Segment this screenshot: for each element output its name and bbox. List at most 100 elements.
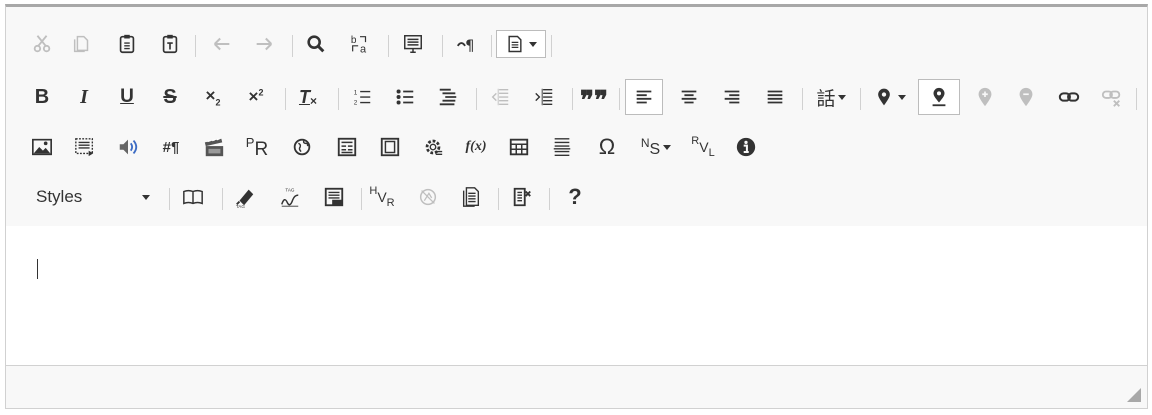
globe-icon[interactable] — [288, 133, 316, 161]
underline-button[interactable]: U — [113, 83, 141, 111]
styles-label: Styles — [36, 187, 83, 206]
video-icon[interactable] — [200, 133, 228, 161]
link-icon[interactable] — [1055, 83, 1083, 111]
image-icon[interactable] — [28, 133, 56, 161]
templates-dropdown[interactable] — [496, 30, 546, 58]
separator — [361, 188, 362, 210]
styles-dropdown[interactable]: Styles — [26, 183, 156, 211]
paste-text-icon[interactable] — [156, 30, 184, 58]
justify-button[interactable] — [761, 83, 789, 111]
chevron-down-icon — [529, 41, 537, 47]
ns-dropdown[interactable]: NS — [634, 133, 678, 161]
svg-text:¶: ¶ — [465, 37, 474, 54]
chevron-down-icon — [663, 144, 672, 150]
separator — [292, 35, 293, 57]
indent-list-icon[interactable] — [434, 83, 462, 111]
blockquote-button[interactable]: ❞❞ — [580, 83, 608, 114]
separator — [388, 35, 389, 57]
separator — [802, 88, 803, 110]
undo-icon[interactable] — [208, 30, 236, 58]
special-chars-button[interactable]: #¶ — [157, 133, 185, 161]
subscript-button[interactable]: ×2 — [199, 83, 227, 111]
superscript-button[interactable]: ×2 — [242, 83, 270, 111]
replace-icon[interactable]: ba — [346, 30, 374, 58]
copy-icon[interactable] — [68, 30, 96, 58]
rich-text-editor: ba ¶ B I U S ×2 ×2 T × 1 2 ❞❞ 話 #¶ P R f… — [5, 4, 1148, 409]
table-icon[interactable] — [505, 133, 533, 161]
compass-icon[interactable] — [414, 183, 442, 211]
tag-sign-icon[interactable]: TAG — [276, 183, 304, 211]
find-icon[interactable] — [302, 30, 330, 58]
svg-text:a: a — [360, 43, 367, 55]
iframe-icon[interactable] — [71, 133, 99, 161]
indent-icon[interactable] — [530, 83, 558, 111]
tag-doc-icon[interactable] — [320, 183, 348, 211]
separator — [442, 35, 443, 57]
language-dropdown[interactable]: 話 — [809, 83, 853, 111]
tag-pen-icon[interactable]: TAG — [231, 183, 259, 211]
formula-button[interactable]: f(x) — [462, 133, 490, 161]
pr-button[interactable]: PR — [243, 133, 271, 161]
separator — [549, 188, 550, 210]
align-right-button[interactable] — [718, 83, 746, 111]
separator — [338, 88, 339, 110]
svg-text:2: 2 — [354, 99, 358, 106]
svg-text:b: b — [351, 35, 357, 46]
bulleted-list-icon[interactable] — [391, 83, 419, 111]
align-center-button[interactable] — [675, 83, 703, 111]
outdent-icon[interactable] — [486, 83, 514, 111]
resize-handle-icon[interactable] — [1127, 388, 1141, 402]
separator — [195, 35, 196, 57]
pin-remove-icon[interactable] — [1012, 83, 1040, 111]
separator — [285, 88, 286, 110]
source-icon[interactable] — [399, 30, 427, 58]
separator — [1136, 88, 1137, 110]
editor-toolbar: ba ¶ B I U S ×2 ×2 T × 1 2 ❞❞ 話 #¶ P R f… — [6, 7, 1147, 227]
paste-icon[interactable] — [113, 30, 141, 58]
separator — [476, 88, 477, 110]
book-icon[interactable] — [179, 183, 207, 211]
svg-text:1: 1 — [354, 89, 358, 96]
italic-button[interactable]: I — [70, 83, 98, 111]
anchor-mark-button[interactable] — [918, 79, 960, 115]
info-icon[interactable] — [732, 133, 760, 161]
audio-icon[interactable] — [114, 133, 142, 161]
remove-format-button[interactable]: T × — [294, 83, 322, 111]
svg-text:TAG: TAG — [236, 204, 246, 208]
chevron-down-icon — [142, 194, 150, 200]
exit-doc-icon[interactable] — [508, 183, 536, 211]
chevron-down-icon — [837, 94, 846, 100]
omega-button[interactable]: Ω — [593, 133, 621, 161]
bold-button[interactable]: B — [28, 83, 56, 111]
svg-text:TAG: TAG — [285, 188, 295, 193]
redo-icon[interactable] — [250, 30, 278, 58]
frame-icon[interactable] — [376, 133, 404, 161]
anchor-dropdown[interactable] — [868, 83, 912, 111]
separator — [551, 35, 552, 57]
doc-list-icon[interactable] — [457, 183, 485, 211]
bookmark-pin-icon[interactable] — [971, 83, 999, 111]
numbered-list-icon[interactable]: 12 — [348, 83, 376, 111]
show-blocks-icon[interactable]: ¶ — [452, 30, 480, 58]
strike-button[interactable]: S — [156, 83, 184, 111]
rvl-button[interactable]: RVL — [689, 133, 717, 161]
chevron-down-icon — [898, 94, 906, 100]
table-form-icon[interactable] — [333, 133, 361, 161]
align-left-button[interactable] — [625, 79, 663, 115]
horizontal-rule-icon[interactable] — [548, 133, 576, 161]
editor-bottom-bar — [6, 365, 1147, 408]
separator — [491, 35, 492, 57]
separator — [498, 188, 499, 210]
separator — [860, 88, 861, 110]
separator — [169, 188, 170, 210]
hvr-button[interactable]: HVR — [368, 183, 396, 211]
text-cursor — [37, 259, 38, 279]
settings-gear-icon[interactable] — [419, 133, 447, 161]
help-button[interactable]: ? — [561, 183, 589, 211]
separator — [222, 188, 223, 210]
editor-content-area[interactable] — [6, 226, 1147, 366]
unlink-icon[interactable] — [1098, 83, 1126, 111]
separator — [572, 88, 573, 110]
separator — [619, 88, 620, 110]
cut-icon[interactable] — [28, 30, 56, 58]
